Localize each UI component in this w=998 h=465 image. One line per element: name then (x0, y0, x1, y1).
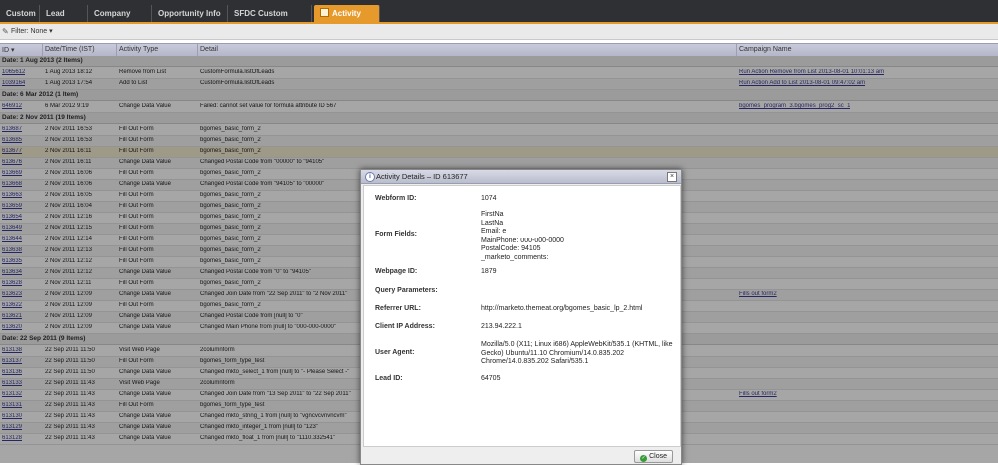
filter-dropdown[interactable]: Filter: None ▾ (11, 27, 53, 35)
filter-icon[interactable]: ✎ (2, 27, 9, 36)
tab-custom[interactable]: Custom (0, 5, 40, 22)
webpage-id-value: 1879 (481, 268, 497, 275)
column-header-activity-type[interactable]: Activity Type (119, 46, 158, 53)
tab-sfdc-custom-fields[interactable]: SFDC Custom Fields (228, 5, 312, 35)
referrer-url-value: http://marketo.themeat.org/bgomes_basic_… (481, 305, 643, 312)
referrer-url-label: Referrer URL: (375, 305, 421, 312)
column-header-id[interactable]: ID ▾ (2, 46, 14, 54)
tab-lead-info[interactable]: Lead Info (40, 5, 88, 35)
form-field-line: PostalCode: 94105 (481, 245, 541, 252)
dialog-footer: ✓ Close (361, 447, 681, 464)
form-field-line: _marketo_comments: (481, 253, 549, 261)
user-agent-value: Mozilla/5.0 (X11; Linux i686) AppleWebKi… (481, 341, 673, 367)
tab-opportunity-info[interactable]: Opportunity Info (152, 5, 228, 22)
activity-log-icon (320, 8, 329, 17)
client-ip-value: 213.94.222.1 (481, 323, 522, 330)
check-icon: ✓ (640, 455, 648, 462)
tab-bar: Custom Lead Info Company Info Opportunit… (0, 0, 998, 35)
column-header-campaign[interactable]: Campaign Name (739, 46, 792, 53)
lead-id-value: 64705 (481, 375, 501, 382)
user-agent-line: Chrome/14.0.835.202 Safari/535.1 (481, 358, 589, 365)
query-parameters-label: Query Parameters: (375, 287, 438, 294)
webform-id-label: Webform ID: (375, 195, 417, 202)
webform-id-value: 1074 (481, 195, 497, 202)
lead-id-label: Lead ID: (375, 375, 403, 382)
user-agent-line: Mozilla/5.0 (X11; Linux i686) AppleWebKi… (481, 341, 673, 348)
dialog-body: Webform ID: 1074 Form Fields: FirstNa La… (363, 185, 681, 447)
close-icon[interactable]: × (667, 172, 677, 182)
close-button-label: Close (649, 453, 667, 460)
redaction-box (506, 211, 539, 238)
webpage-id-label: Webpage ID: (375, 268, 418, 275)
info-icon: i (365, 172, 375, 182)
column-header-datetime[interactable]: Date/Time (IST) (45, 46, 95, 53)
table-header: ID ▾ Date/Time (IST) Activity Type Detai… (0, 43, 998, 57)
close-button[interactable]: ✓ Close (634, 450, 673, 463)
activity-details-dialog: i Activity Details – ID 613677 × Webform… (360, 169, 682, 465)
user-agent-line: Gecko) Ubuntu/11.10 Chromium/14.0.835.20… (481, 349, 625, 357)
client-ip-label: Client IP Address: (375, 323, 435, 330)
dialog-title: Activity Details – ID 613677 (376, 172, 468, 181)
user-agent-label: User Agent: (375, 349, 415, 356)
tab-activity-log[interactable]: Activity Log (314, 5, 380, 35)
dialog-title-bar[interactable]: i Activity Details – ID 613677 × (361, 170, 681, 184)
form-fields-label: Form Fields: (375, 231, 418, 238)
column-header-detail[interactable]: Detail (200, 46, 218, 53)
tab-company-info[interactable]: Company Info (88, 5, 152, 35)
filter-bar: ✎ Filter: None ▾ (0, 24, 998, 40)
